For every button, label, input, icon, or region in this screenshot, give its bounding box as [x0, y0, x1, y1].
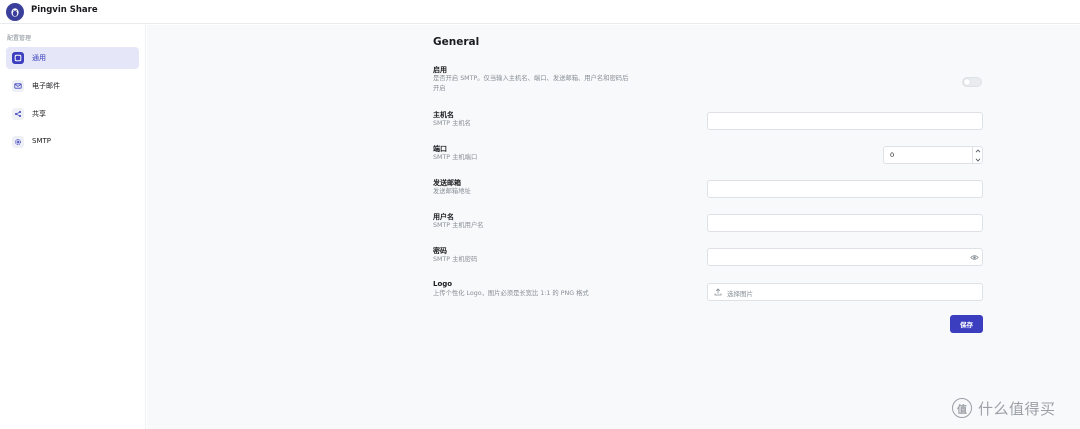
- sidebar: 配置管理 通用 电子邮件 共享 SMTP: [0, 25, 146, 429]
- stepper-up-button[interactable]: [973, 146, 982, 155]
- sidebar-item-smtp[interactable]: SMTP: [6, 131, 139, 153]
- enable-description: 是否开启 SMTP。仅当输入主机名、端口、发送邮箱、用户名和密码后: [433, 75, 629, 82]
- sidebar-item-share[interactable]: 共享: [6, 103, 139, 125]
- toggle-knob: [964, 79, 970, 85]
- port-stepper: [972, 146, 982, 164]
- eye-icon[interactable]: [970, 253, 979, 262]
- username-input[interactable]: [707, 214, 983, 232]
- enable-toggle[interactable]: [962, 77, 982, 87]
- gear-icon: [12, 136, 24, 148]
- sender-description: 发送邮箱地址: [433, 188, 471, 195]
- page-title: General: [433, 36, 480, 48]
- sidebar-item-label: 通用: [32, 54, 46, 62]
- square-icon: [12, 52, 24, 64]
- save-button[interactable]: 保存: [950, 315, 983, 333]
- chevron-down-icon: [975, 158, 980, 162]
- enable-description-line2: 开启: [433, 85, 446, 92]
- sender-email-input[interactable]: [707, 180, 983, 198]
- sidebar-item-label: SMTP: [32, 137, 51, 145]
- port-input[interactable]: [883, 146, 983, 164]
- app-logo[interactable]: [6, 3, 24, 21]
- sidebar-section-label: 配置管理: [7, 35, 32, 42]
- sidebar-item-general[interactable]: 通用: [6, 47, 139, 69]
- file-input-placeholder: 选择图片: [727, 290, 753, 298]
- port-description: SMTP 主机端口: [433, 154, 478, 161]
- settings-panel: General 启用 是否开启 SMTP。仅当输入主机名、端口、发送邮箱、用户名…: [147, 25, 1080, 429]
- password-description: SMTP 主机密码: [433, 256, 478, 263]
- app-title: Pingvin Share: [31, 5, 98, 15]
- watermark-badge: 值: [952, 398, 972, 418]
- penguin-icon: [11, 8, 19, 17]
- username-description: SMTP 主机用户名: [433, 222, 484, 229]
- chevron-up-icon: [975, 148, 980, 152]
- app-header: Pingvin Share: [0, 0, 1080, 24]
- watermark: 值 什么值得买: [952, 397, 1076, 419]
- share-icon: [12, 108, 24, 120]
- sidebar-item-email[interactable]: 电子邮件: [6, 75, 139, 97]
- upload-icon: [714, 288, 722, 296]
- watermark-text: 什么值得买: [978, 399, 1056, 418]
- sidebar-item-label: 电子邮件: [32, 82, 60, 90]
- hostname-description: SMTP 主机名: [433, 120, 471, 127]
- logo-description: 上传个性化 Logo，图片必须是长宽比 1:1 的 PNG 格式: [433, 290, 589, 297]
- logo-label: Logo: [433, 280, 453, 288]
- logo-file-input[interactable]: 选择图片: [707, 283, 983, 301]
- mail-icon: [12, 80, 24, 92]
- hostname-input[interactable]: [707, 112, 983, 130]
- password-input[interactable]: [707, 248, 983, 266]
- stepper-down-button[interactable]: [973, 155, 982, 164]
- sidebar-item-label: 共享: [32, 110, 46, 118]
